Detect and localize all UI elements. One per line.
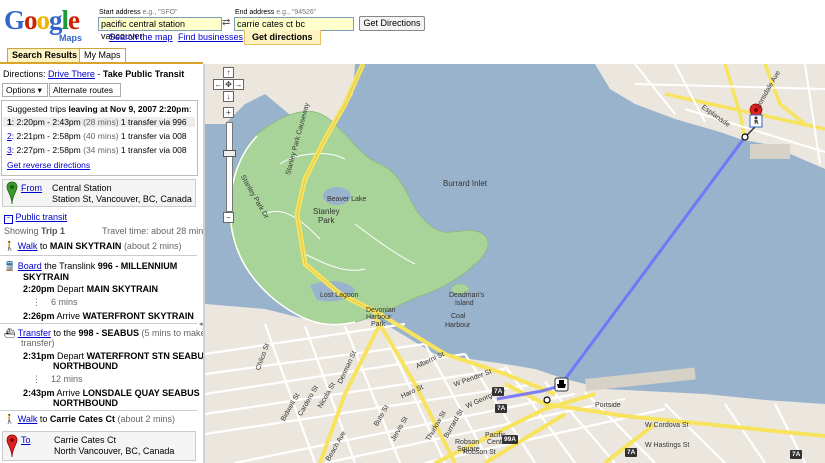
label-w-hastings-st: W Hastings St: [645, 442, 690, 449]
zoom-slider-handle[interactable]: [223, 150, 236, 157]
to-link[interactable]: To: [21, 435, 31, 445]
get-directions-button[interactable]: Get Directions: [359, 16, 425, 31]
from-box: From Central Station Station St, Vancouv…: [2, 179, 196, 207]
start-address-label: Start address e.g., "SFO": [99, 9, 178, 16]
label-w-cordova-st: W Cordova St: [645, 422, 689, 429]
highway-shield-7a-4: 7A: [790, 450, 803, 459]
label-robson-square-2: Square: [457, 446, 480, 453]
tab-my-maps[interactable]: My Maps: [79, 48, 126, 62]
board-route-cont: SKYTRAIN: [23, 272, 70, 282]
public-transit-toggle[interactable]: − Public transit: [4, 212, 67, 224]
label-stanley-park-2: Park: [318, 216, 335, 225]
depart-2: 2:31pm Depart WATERFRONT STN SEABUS: [23, 351, 203, 361]
label-portside: Portside: [595, 402, 621, 409]
depart-1: 2:20pm Depart MAIN SKYTRAIN: [23, 284, 159, 294]
label-beaver-lake: Beaver Lake: [327, 196, 367, 203]
end-address-label: End address e.g., "94526": [235, 9, 317, 16]
directions-panel: Directions: Drive There - Take Public Tr…: [0, 64, 203, 463]
suggested-trips-box: Suggested trips leaving at Nov 9, 2007 2…: [1, 100, 198, 176]
train-icon: 🚆: [4, 261, 16, 271]
board-step: 🚆 Board the Translink 996 - MILLENNIUM: [4, 261, 178, 271]
drive-there-link[interactable]: Drive There: [48, 69, 95, 79]
to-box: To Carrie Cates Ct North Vancouver, BC, …: [2, 431, 196, 461]
logo-sub: Maps: [59, 33, 83, 43]
suggested-trips-heading: Suggested trips leaving at Nov 9, 2007 2…: [7, 104, 192, 114]
showing-trip: Showing Trip 1: [4, 226, 66, 236]
label-coal-harbour-2: Harbour: [445, 322, 471, 329]
highway-shield-99a: 99A: [502, 435, 518, 444]
arrive-2-cont: NORTHBOUND: [53, 398, 118, 408]
arrive-2: 2:43pm Arrive LONSDALE QUAY SEABUS: [23, 388, 200, 398]
pan-down-icon[interactable]: ↓: [223, 91, 234, 102]
collapse-panel-icon[interactable]: ◂: [199, 320, 203, 328]
to-address: North Vancouver, BC, Canada: [54, 446, 175, 456]
get-reverse-directions-link[interactable]: Get reverse directions: [7, 160, 90, 170]
label-lost-lagoon: Lost Lagoon: [320, 292, 359, 299]
tab-get-directions[interactable]: Get directions: [244, 30, 321, 45]
tab-search-the-map[interactable]: Search the map: [109, 31, 173, 43]
from-address: Station St, Vancouver, BC, Canada: [52, 194, 192, 204]
options-dropdown[interactable]: Options ▾: [2, 83, 48, 97]
map-canvas[interactable]: ↑ ← ✥ → ↓ + − Burrard Inlet Stanley Park…: [205, 64, 825, 463]
zoom-control: ↑ ← ✥ → ↓ + −: [213, 67, 244, 227]
end-address-input[interactable]: carrie cates ct bc: [234, 17, 354, 31]
directions-header: Directions: Drive There - Take Public Tr…: [3, 69, 185, 79]
chevron-down-icon: ▾: [37, 85, 42, 95]
label-devonian: Devonian: [366, 307, 396, 314]
to-name: Carrie Cates Ct: [54, 435, 117, 445]
pan-up-icon[interactable]: ↑: [223, 67, 234, 78]
alternate-routes-dropdown[interactable]: Alternate routes ▴: [49, 83, 121, 107]
red-marker-icon: [6, 434, 18, 458]
label-stanley-park: Stanley: [313, 207, 340, 216]
logo-text: Google: [4, 5, 80, 35]
arrive-1: 2:26pm Arrive WATERFRONT SKYTRAIN: [23, 311, 194, 321]
green-marker-icon: [6, 181, 18, 205]
transfer-note-cont: transfer): [21, 338, 55, 348]
walk-icon: 🚶: [4, 414, 16, 424]
highway-shield-7a: 7A: [492, 387, 505, 396]
trip-option-3[interactable]: 3: 2:27pm - 2:58pm (34 mins) 1 transfer …: [7, 145, 187, 155]
label-devonian-3: Park: [371, 321, 386, 328]
walk-icon: 🚶: [4, 241, 16, 251]
label-deadmans-island-2: Island: [455, 300, 474, 307]
ride-2-duration: ⋮ 12 mins: [32, 374, 83, 384]
start-address-input[interactable]: pacific central station vancouver: [98, 17, 222, 41]
walk-step-1: 🚶 Walk to MAIN SKYTRAIN (about 2 mins): [4, 241, 182, 251]
highway-shield-7a-2: 7A: [495, 404, 508, 413]
depart-2-cont: NORTHBOUND: [53, 361, 118, 371]
label-deadmans-island: Deadman's: [449, 292, 485, 299]
walk-step-2: 🚶 Walk to Carrie Cates Ct (about 2 mins): [4, 414, 175, 424]
google-maps-logo[interactable]: Google Maps: [4, 6, 92, 48]
zoom-out-icon[interactable]: −: [223, 212, 234, 223]
transit-mode: Take Public Transit: [102, 69, 185, 79]
label-robson-square: Robson: [455, 439, 480, 446]
tab-search-results[interactable]: Search Results: [7, 48, 83, 62]
zoom-slider-track[interactable]: [226, 122, 233, 212]
label-coal-harbour: Coal: [451, 313, 466, 320]
highway-shield-7a-3: 7A: [625, 448, 638, 457]
from-name: Central Station: [52, 183, 112, 193]
from-link[interactable]: From: [21, 183, 42, 193]
collapse-minus-icon: −: [4, 215, 13, 224]
pan-right-icon[interactable]: →: [233, 79, 244, 90]
travel-time: Travel time: about 28 mins: [102, 226, 203, 236]
panel-tabs: Search Results My Maps: [0, 48, 203, 64]
ferry-icon: ⛴: [4, 328, 16, 338]
zoom-in-icon[interactable]: +: [223, 107, 234, 118]
tab-find-businesses[interactable]: Find businesses: [178, 31, 243, 43]
label-burrard-inlet: Burrard Inlet: [443, 179, 488, 188]
swap-addresses-icon[interactable]: ⇄: [222, 17, 230, 28]
ride-1-duration: ⋮ 6 mins: [32, 297, 78, 307]
trip-option-2[interactable]: 2: 2:21pm - 2:58pm (40 mins) 1 transfer …: [7, 131, 187, 141]
label-devonian-2: Harbour: [366, 314, 392, 321]
trip-option-1[interactable]: 1: 2:20pm - 2:43pm (28 mins) 1 transfer …: [3, 117, 195, 127]
